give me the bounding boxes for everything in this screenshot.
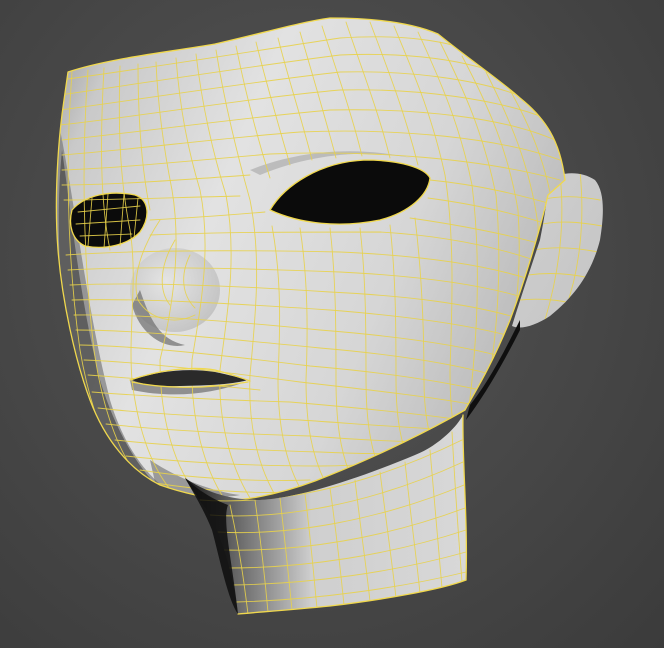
mesh-canvas [55, 17, 603, 615]
face-group [55, 17, 566, 501]
3d-viewport[interactable] [0, 0, 664, 648]
